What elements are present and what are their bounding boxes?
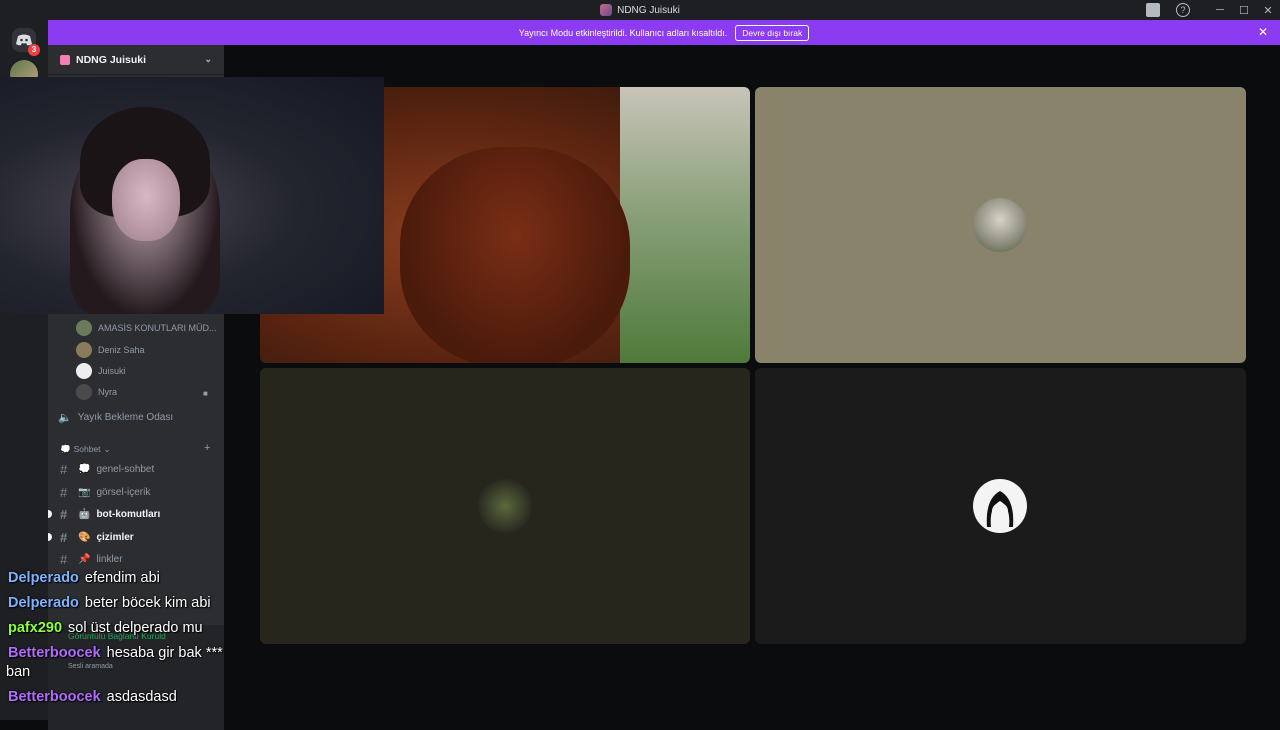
chat-username: Delperado — [8, 595, 79, 611]
afk-channel-name: Yayık Bekleme Odası — [77, 412, 174, 423]
streamer-mode-banner: Yayıncı Modu etkinleştirildi. Kullanıcı … — [48, 20, 1280, 45]
chat-text: asdasdasd — [106, 689, 177, 705]
avatar — [478, 479, 532, 533]
hash-icon: # — [60, 551, 68, 567]
chevron-down-icon[interactable]: ⌄ — [204, 54, 212, 65]
minimize-button[interactable]: ─ — [1208, 4, 1232, 16]
speech-bubble-icon: 💭 — [60, 444, 71, 454]
video-tile-user-1[interactable] — [755, 87, 1246, 363]
channel-linkler[interactable]: # 📌 linkler — [60, 549, 123, 569]
speaker-icon: 🔈 — [58, 412, 72, 424]
anime-girl-icon — [986, 491, 1014, 527]
voice-user-name: Deniz Saha — [98, 345, 145, 355]
channel-name: çizimler — [96, 531, 134, 543]
category-header[interactable]: 💭 Sohbet ⌄ — [60, 444, 111, 455]
chat-message: Betterboocek hesaba gir bak *** — [8, 645, 223, 661]
chat-message: Delperado efendim abi — [8, 570, 160, 586]
category-name: Sohbet — [73, 444, 101, 454]
channel-emoji: 📌 — [78, 553, 91, 565]
video-subject — [400, 147, 630, 363]
avatar — [76, 384, 92, 400]
close-window-button[interactable]: ✕ — [1256, 4, 1280, 17]
afk-voice-channel[interactable]: 🔈 Yayık Bekleme Odası — [58, 411, 173, 424]
channel-name: bot-komutları — [96, 508, 161, 520]
chat-message: Delperado beter böcek kim abi — [8, 595, 211, 611]
chat-text: hesaba gir bak *** — [106, 645, 223, 661]
channel-emoji: 🎨 — [78, 531, 91, 543]
voice-user[interactable]: AMASİS KONUTLARI MÜD... — [76, 319, 217, 337]
voice-user-name: Nyra — [98, 387, 118, 397]
banner-message: Yayıncı Modu etkinleştirildi. Kullanıcı … — [518, 27, 728, 38]
avatar — [76, 363, 92, 379]
chat-text: sol üst delperado mu — [68, 620, 203, 636]
window-title-text: NDNG Juisuki — [617, 4, 680, 16]
chat-username: Betterboocek — [8, 645, 101, 661]
chat-text: ban — [6, 664, 31, 680]
inbox-icon[interactable] — [1146, 3, 1160, 17]
close-icon[interactable]: ✕ — [1258, 25, 1268, 39]
camera-icon: ■ — [203, 389, 208, 398]
chat-text: beter böcek kim abi — [84, 595, 211, 611]
chat-message: Betterboocek asdasdasd — [8, 689, 177, 705]
server-name: NDNG Juisuki — [76, 53, 147, 66]
chat-text: efendim abi — [84, 570, 160, 586]
home-icon — [60, 54, 70, 65]
channel-bot-komutlari[interactable]: # 🤖 bot-komutları — [48, 504, 161, 524]
video-background — [620, 87, 750, 363]
voice-user[interactable]: Juisuki — [76, 362, 126, 380]
chat-message: pafx290 sol üst delperado mu — [8, 620, 203, 636]
chat-username: Betterboocek — [8, 689, 101, 705]
channel-name: linkler — [96, 553, 123, 565]
user-status: Sesli aramada — [68, 663, 113, 670]
chat-message-continuation: ban — [6, 664, 30, 680]
video-tile-user-2[interactable] — [260, 368, 750, 644]
channel-name: görsel-içerik — [96, 486, 151, 498]
channel-emoji: 📷 — [78, 486, 91, 498]
channel-gorsel-icerik[interactable]: # 📷 görsel-içerik — [60, 482, 150, 502]
channel-name: genel-sohbet — [96, 463, 155, 475]
channel-emoji: 💭 — [78, 463, 91, 475]
disable-streamer-mode-button[interactable]: Devre dışı bırak — [735, 24, 810, 41]
hash-icon: # — [60, 506, 68, 522]
chevron-down-icon: ⌄ — [103, 444, 111, 454]
server-header[interactable]: NDNG Juisuki ⌄ — [48, 45, 224, 75]
channel-genel-sohbet[interactable]: # 💭 genel-sohbet — [60, 459, 154, 479]
chat-username: pafx290 — [8, 620, 63, 636]
channel-cizimler[interactable]: # 🎨 çizimler — [48, 527, 134, 547]
unread-indicator — [48, 533, 52, 541]
streamer-webcam-overlay — [0, 77, 384, 314]
hash-icon: # — [60, 484, 68, 500]
video-tile-user-3[interactable] — [755, 368, 1246, 644]
help-icon[interactable]: ? — [1176, 3, 1190, 17]
hash-icon: # — [60, 529, 68, 545]
add-channel-icon[interactable]: + — [204, 442, 210, 454]
voice-user-name: Juisuki — [98, 366, 126, 376]
hash-icon: # — [60, 461, 68, 477]
voice-user[interactable]: Deniz Saha — [76, 341, 145, 359]
maximize-button[interactable]: ☐ — [1232, 4, 1256, 17]
channel-emoji: 🤖 — [78, 508, 91, 520]
streamer-face — [112, 159, 180, 241]
voice-user-name: AMASİS KONUTLARI MÜD... — [98, 323, 217, 333]
discord-home-button[interactable]: 3 — [12, 28, 40, 56]
window-title: NDNG Juisuki — [600, 4, 680, 16]
server-icon — [600, 4, 613, 16]
notification-badge: 3 — [28, 44, 40, 56]
chat-username: Delperado — [8, 570, 79, 586]
avatar — [973, 198, 1027, 252]
avatar — [973, 479, 1027, 533]
avatar — [76, 342, 92, 358]
title-bar: NDNG Juisuki ? ─ ☐ ✕ — [0, 0, 1280, 20]
voice-user[interactable]: Nyra — [76, 383, 117, 401]
unread-indicator — [48, 510, 52, 518]
avatar — [76, 320, 92, 336]
